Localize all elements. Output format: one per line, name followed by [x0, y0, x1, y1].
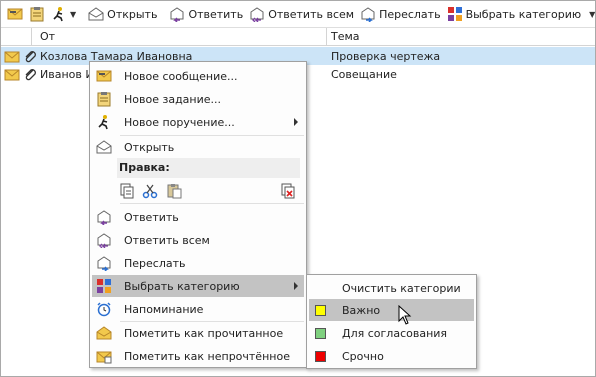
category-color-swatch [315, 304, 326, 316]
new-task-button[interactable] [26, 3, 48, 25]
submenu-item-clear-categories[interactable]: Очистить категории [309, 277, 474, 299]
submenu-item-label: Для согласования [342, 326, 448, 340]
forward-button[interactable]: Переслать [357, 3, 444, 25]
menu-item-categorize[interactable]: Выбрать категорию [92, 275, 304, 297]
toolbar: ▼ Открыть Ответить Ответить всем Пересла… [1, 1, 595, 28]
category-submenu: Очистить категории Важно Для согласовани… [306, 274, 477, 369]
paperclip-icon [22, 48, 38, 64]
menu-item-label: Выбрать категорию [124, 279, 240, 293]
reply-button[interactable]: Ответить [166, 3, 246, 25]
unread-envelope-icon [4, 48, 20, 64]
menu-divider [120, 203, 304, 204]
submenu-item-label: Срочно [342, 349, 384, 363]
message-subject: Совещание [331, 67, 397, 81]
envelope-compose-icon [96, 68, 112, 84]
new-message-button[interactable] [4, 3, 26, 25]
running-person-icon [96, 114, 112, 130]
reply-all-label: Ответить всем [268, 7, 355, 21]
submenu-arrow-icon [294, 118, 298, 126]
mouse-pointer-icon [398, 304, 412, 328]
menu-item-label: Переслать [124, 256, 186, 270]
menu-item-reply[interactable]: Ответить [92, 206, 304, 228]
menu-item-new-assignment[interactable]: Новое поручение... [92, 111, 304, 133]
menu-item-label: Напоминание [124, 302, 204, 316]
forward-icon [96, 255, 112, 271]
message-list-header: От Тема [1, 28, 595, 46]
menu-item-mark-read[interactable]: Пометить как прочитанное [92, 322, 304, 344]
menu-item-label: Ответить [124, 210, 179, 224]
menu-item-label: Ответить всем [124, 233, 210, 247]
read-envelope-icon [96, 325, 112, 341]
chevron-down-icon[interactable]: ▼ [589, 10, 595, 19]
menu-item-label: Пометить как непрочтённое [124, 349, 290, 363]
delete-document-icon[interactable] [280, 183, 296, 199]
clipboard-icon [29, 6, 45, 22]
copy-icon[interactable] [119, 183, 135, 199]
open-envelope-icon [96, 139, 112, 155]
edit-section-header: Правка: [117, 158, 300, 178]
running-person-icon [51, 6, 67, 22]
from-column-header[interactable]: От [32, 28, 327, 45]
open-label: Открыть [107, 7, 158, 21]
menu-item-label: Пометить как прочитанное [124, 326, 284, 340]
menu-item-mark-unread[interactable]: Пометить как непрочтённое [92, 345, 304, 367]
open-envelope-icon [88, 6, 104, 22]
menu-item-label: Новое поручение... [124, 115, 235, 129]
reply-all-icon [96, 232, 112, 248]
alarm-clock-icon [96, 301, 112, 317]
unread-envelope-icon [96, 348, 112, 364]
menu-item-open[interactable]: Открыть [92, 136, 304, 158]
category-grid-icon [447, 6, 463, 22]
paperclip-icon [22, 66, 38, 82]
submenu-item-category[interactable]: Срочно [309, 345, 474, 367]
reply-label: Ответить [188, 7, 244, 21]
clipboard-icon [96, 91, 112, 107]
reply-all-icon [249, 6, 265, 22]
cut-icon[interactable] [142, 183, 158, 199]
icons-column-header[interactable] [1, 28, 32, 45]
message-subject: Проверка чертежа [331, 49, 441, 63]
submenu-item-label: Важно [342, 303, 381, 317]
categorize-button[interactable]: Выбрать категорию ▼ [444, 3, 596, 25]
submenu-item-label: Очистить категории [342, 281, 461, 295]
menu-item-forward[interactable]: Переслать [92, 252, 304, 274]
category-color-swatch [315, 327, 326, 339]
envelope-compose-icon [7, 6, 23, 22]
subject-column-header[interactable]: Тема [327, 28, 595, 45]
menu-item-reply-all[interactable]: Ответить всем [92, 229, 304, 251]
menu-item-new-message[interactable]: Новое сообщение... [92, 65, 304, 87]
menu-item-new-task[interactable]: Новое задание... [92, 88, 304, 110]
menu-item-reminder[interactable]: Напоминание [92, 298, 304, 320]
unread-envelope-icon [4, 66, 20, 82]
reply-icon [169, 6, 185, 22]
category-grid-icon [96, 278, 112, 294]
chevron-down-icon[interactable]: ▼ [70, 10, 76, 19]
menu-item-label: Открыть [124, 140, 175, 154]
open-button[interactable]: Открыть [85, 3, 160, 25]
category-color-swatch [315, 350, 326, 362]
submenu-item-category[interactable]: Для согласования [309, 322, 474, 344]
paste-icon[interactable] [166, 183, 182, 199]
forward-label: Переслать [379, 7, 441, 21]
menu-item-label: Новое сообщение... [124, 69, 238, 83]
new-assignment-button[interactable]: ▼ [48, 3, 79, 25]
categorize-label: Выбрать категорию [465, 7, 582, 21]
submenu-item-category[interactable]: Важно [309, 299, 474, 321]
reply-icon [96, 209, 112, 225]
submenu-arrow-icon [294, 282, 298, 290]
reply-all-button[interactable]: Ответить всем [246, 3, 357, 25]
context-menu: Новое сообщение... Новое задание... Ново… [89, 61, 307, 368]
menu-item-label: Новое задание... [124, 92, 222, 106]
forward-icon [360, 6, 376, 22]
